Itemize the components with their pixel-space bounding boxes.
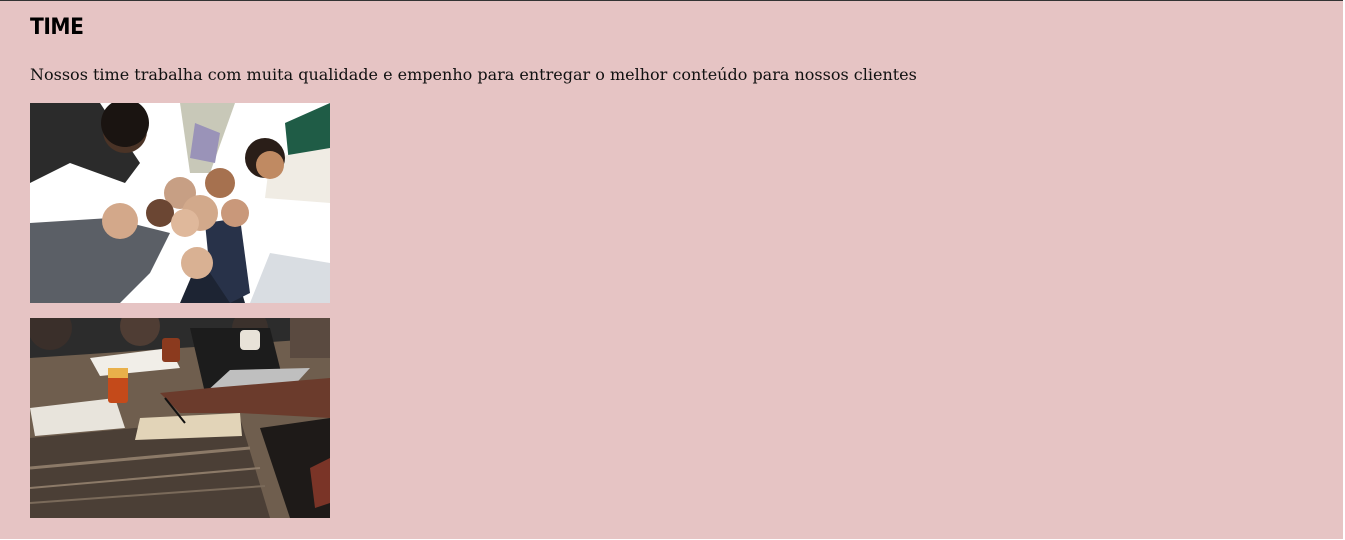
team-meeting-table-photo xyxy=(30,318,330,518)
section-title: TIME xyxy=(30,15,84,40)
fist-bump-illustration xyxy=(30,103,330,303)
meeting-table-illustration xyxy=(30,318,330,518)
team-fist-bump-photo xyxy=(30,103,330,303)
team-section: TIME Nossos time trabalha com muita qual… xyxy=(0,0,1343,539)
section-description: Nossos time trabalha com muita qualidade… xyxy=(30,65,917,84)
